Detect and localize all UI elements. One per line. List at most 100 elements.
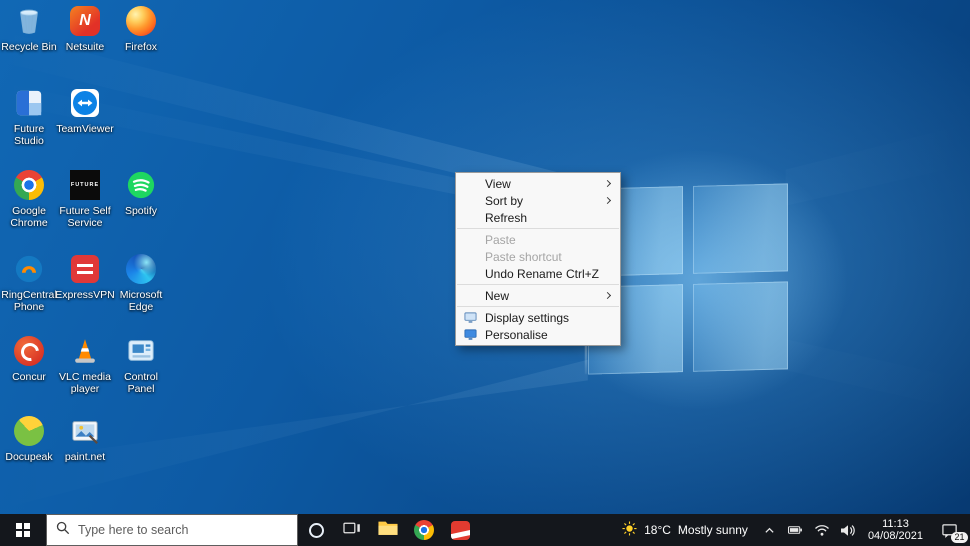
expressvpn-icon xyxy=(68,252,102,286)
wifi-icon xyxy=(814,523,830,537)
desktop-icon-recycle-bin[interactable]: Recycle Bin xyxy=(1,4,57,82)
vlc-icon xyxy=(68,334,102,368)
weather-condition: Mostly sunny xyxy=(678,523,748,537)
netsuite-icon: N xyxy=(68,4,102,38)
desktop-icon-microsoft-edge[interactable]: Microsoft Edge xyxy=(113,252,169,330)
chevron-right-icon xyxy=(604,180,611,187)
taskbar-weather-widget[interactable]: 18°C Mostly sunny xyxy=(613,521,757,539)
cortana-button[interactable] xyxy=(298,514,334,546)
pinned-red-app-button[interactable] xyxy=(442,514,478,546)
desktop-icon-paint-net[interactable]: paint.net xyxy=(57,414,113,492)
start-button[interactable] xyxy=(0,514,46,546)
show-hidden-icons-button[interactable] xyxy=(757,514,783,546)
menu-item-new[interactable]: New xyxy=(456,287,620,304)
future-self-service-icon: FUTURE xyxy=(68,168,102,202)
battery-indicator[interactable] xyxy=(783,514,809,546)
desktop-icon-label: Future Self Service xyxy=(57,205,113,229)
weather-temperature: 18°C xyxy=(644,523,671,537)
desktop-icon-control-panel[interactable]: Control Panel xyxy=(113,334,169,412)
taskbar-search[interactable] xyxy=(46,514,298,546)
file-explorer-button[interactable] xyxy=(370,514,406,546)
desktop-icon-label: Netsuite xyxy=(66,41,105,53)
firefox-icon xyxy=(124,4,158,38)
chevron-right-icon xyxy=(604,197,611,204)
desktop-icon-future-self-service[interactable]: FUTURE Future Self Service xyxy=(57,168,113,246)
chevron-right-icon xyxy=(604,292,611,299)
pinned-red-app-icon xyxy=(451,521,470,540)
menu-item-label: View xyxy=(485,177,605,191)
speaker-icon xyxy=(840,524,855,537)
docupeak-icon xyxy=(12,414,46,448)
task-view-button[interactable] xyxy=(334,514,370,546)
desktop-icon-label: Control Panel xyxy=(113,371,169,395)
desktop-icon-label: Spotify xyxy=(125,205,157,217)
google-chrome-icon xyxy=(414,520,434,540)
desktop-icon-label: Docupeak xyxy=(5,451,52,463)
desktop-icon-label: Concur xyxy=(12,371,46,383)
recycle-bin-icon xyxy=(12,4,46,38)
menu-item-label: Paste xyxy=(485,233,611,247)
netsuite-monogram: N xyxy=(79,12,91,30)
desktop-icon-label: Future Studio xyxy=(1,123,57,147)
desktop-icon-spotify[interactable]: Spotify xyxy=(113,168,169,246)
sun-icon xyxy=(622,521,637,539)
desktop-icon-label: Firefox xyxy=(125,41,157,53)
desktop-icon-label: VLC media player xyxy=(57,371,113,395)
file-explorer-icon xyxy=(377,518,399,543)
paint-net-icon xyxy=(68,414,102,448)
chevron-up-icon xyxy=(764,525,775,536)
menu-item-label: Paste shortcut xyxy=(485,250,611,264)
desktop-icon-teamviewer[interactable]: TeamViewer xyxy=(57,86,113,164)
ringcentral-phone-icon xyxy=(12,252,46,286)
desktop-icon-label: Microsoft Edge xyxy=(113,289,169,313)
chrome-taskbar-button[interactable] xyxy=(406,514,442,546)
menu-item-refresh[interactable]: Refresh xyxy=(456,209,620,226)
desktop-icon-label: RingCentral Phone xyxy=(1,289,57,313)
desktop-icon-google-chrome[interactable]: Google Chrome xyxy=(1,168,57,246)
windows-logo-icon xyxy=(16,523,31,538)
google-chrome-icon xyxy=(12,168,46,202)
menu-item-label: Display settings xyxy=(485,311,611,325)
clock-time: 11:13 xyxy=(868,518,923,531)
desktop-icon-future-studio[interactable]: Future Studio xyxy=(1,86,57,164)
clock-date: 04/08/2021 xyxy=(868,530,923,543)
menu-item-display-settings[interactable]: Display settings xyxy=(456,309,620,326)
action-center-button[interactable]: 21 xyxy=(930,514,970,546)
menu-separator xyxy=(457,306,619,307)
menu-item-label: Refresh xyxy=(485,211,611,225)
menu-item-label: Sort by xyxy=(485,194,605,208)
menu-item-personalise[interactable]: Personalise xyxy=(456,326,620,343)
desktop-icon-label: Recycle Bin xyxy=(1,41,56,53)
spotify-icon xyxy=(124,168,158,202)
desktop-icon-netsuite[interactable]: N Netsuite xyxy=(57,4,113,82)
windows-logo-pane xyxy=(693,183,788,273)
system-tray: 18°C Mostly sunny 11:13 04/08/2021 xyxy=(613,514,970,546)
desktop-icon-docupeak[interactable]: Docupeak xyxy=(1,414,57,492)
desktop-icon-concur[interactable]: Concur xyxy=(1,334,57,412)
desktop-icon-vlc[interactable]: VLC media player xyxy=(57,334,113,412)
volume-indicator[interactable] xyxy=(835,514,861,546)
desktop-icon-expressvpn[interactable]: ExpressVPN xyxy=(57,252,113,330)
taskbar: 18°C Mostly sunny 11:13 04/08/2021 xyxy=(0,514,970,546)
search-input[interactable] xyxy=(78,523,288,537)
desktop-icon-label: paint.net xyxy=(65,451,105,463)
display-settings-icon xyxy=(464,311,477,324)
desktop-icon-label: TeamViewer xyxy=(56,123,114,135)
menu-item-shortcut: Ctrl+Z xyxy=(566,267,599,281)
menu-item-label: Undo Rename xyxy=(485,267,566,281)
menu-item-undo-rename[interactable]: Undo Rename Ctrl+Z xyxy=(456,265,620,282)
desktop-icon-label: Google Chrome xyxy=(1,205,57,229)
cortana-icon xyxy=(309,523,324,538)
menu-item-sort-by[interactable]: Sort by xyxy=(456,192,620,209)
taskbar-clock[interactable]: 11:13 04/08/2021 xyxy=(861,518,930,543)
task-view-icon xyxy=(343,520,361,541)
desktop-icon-firefox[interactable]: Firefox xyxy=(113,4,169,82)
desktop-icon-ringcentral-phone[interactable]: RingCentral Phone xyxy=(1,252,57,330)
menu-item-view[interactable]: View xyxy=(456,175,620,192)
control-panel-icon xyxy=(124,334,158,368)
future-studio-icon xyxy=(12,86,46,120)
menu-separator xyxy=(457,228,619,229)
concur-icon xyxy=(12,334,46,368)
network-indicator[interactable] xyxy=(809,514,835,546)
menu-separator xyxy=(457,284,619,285)
